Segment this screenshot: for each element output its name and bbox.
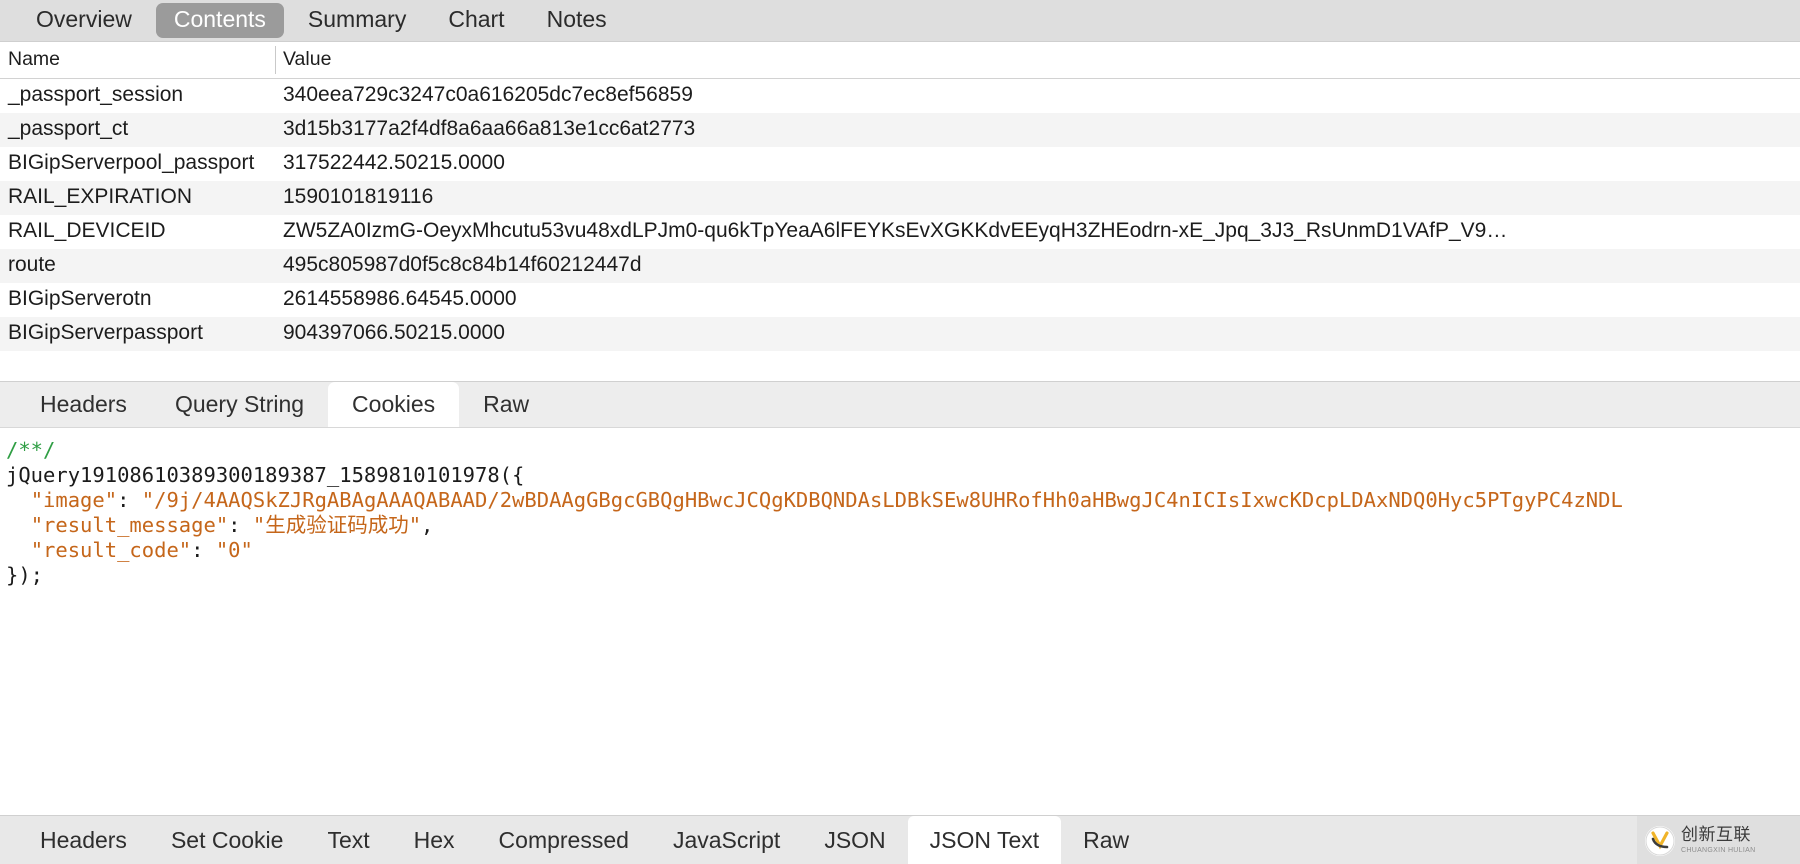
cookie-name-cell: _passport_session: [0, 79, 275, 114]
table-row[interactable]: _passport_session340eea729c3247c0a616205…: [0, 79, 1800, 114]
indent-1: [6, 488, 31, 512]
cookie-value-cell: ZW5ZA0IzmG-OeyxMhcutu53vu48xdLPJm0-qu6kT…: [275, 215, 1800, 249]
indent-3: [6, 538, 31, 562]
response-tab-raw[interactable]: Raw: [1061, 816, 1151, 864]
cookie-value-cell: 1590101819116: [275, 181, 1800, 215]
inspector-window: OverviewContentsSummaryChartNotes Name V…: [0, 0, 1800, 864]
table-empty-area: [0, 351, 1800, 381]
response-body-panel[interactable]: /**/ jQuery19108610389300189387_15898101…: [0, 428, 1800, 815]
table-row[interactable]: BIGipServerpool_passport317522442.50215.…: [0, 147, 1800, 181]
cookie-name-cell: BIGipServerpool_passport: [0, 147, 275, 181]
response-tab-text[interactable]: Text: [305, 816, 391, 864]
cookies-table: Name Value _passport_session340eea729c32…: [0, 42, 1800, 351]
response-tab-javascript[interactable]: JavaScript: [651, 816, 802, 864]
table-row[interactable]: RAIL_EXPIRATION1590101819116: [0, 181, 1800, 215]
cookie-value-cell: 340eea729c3247c0a616205dc7ec8ef56859: [275, 79, 1800, 114]
cookie-value-cell: 495c805987d0f5c8c84b14f60212447d: [275, 249, 1800, 283]
response-inspector-tab-bar: HeadersSet CookieTextHexCompressedJavaSc…: [0, 815, 1800, 864]
column-header-name[interactable]: Name: [0, 42, 275, 79]
response-tab-set-cookie[interactable]: Set Cookie: [149, 816, 306, 864]
cookie-value-cell: 3d15b3177a2f4df8a6aa66a813e1cc6at2773: [275, 113, 1800, 147]
table-row[interactable]: BIGipServerotn2614558986.64545.0000: [0, 283, 1800, 317]
top-tab-notes[interactable]: Notes: [529, 3, 625, 38]
response-tab-compressed[interactable]: Compressed: [477, 816, 651, 864]
column-header-value[interactable]: Value: [275, 42, 1800, 79]
key-result-code: "result_code": [31, 538, 191, 562]
cookies-table-body: _passport_session340eea729c3247c0a616205…: [0, 79, 1800, 352]
watermark-logo-icon: [1645, 826, 1675, 856]
request-tab-query-string[interactable]: Query String: [151, 382, 328, 427]
jsonp-code-block: /**/ jQuery19108610389300189387_15898101…: [6, 438, 1800, 588]
jsonp-close-line: });: [6, 563, 43, 587]
cookie-name-cell: RAIL_DEVICEID: [0, 215, 275, 249]
watermark-cn: 创新互联: [1681, 827, 1755, 844]
request-inspector-tab-bar: HeadersQuery StringCookiesRaw: [0, 381, 1800, 428]
cookie-name-cell: BIGipServerpassport: [0, 317, 275, 351]
code-comment: /**/: [6, 438, 55, 462]
colon-2: :: [228, 513, 240, 537]
cookie-name-cell: BIGipServerotn: [0, 283, 275, 317]
cookie-value-cell: 904397066.50215.0000: [275, 317, 1800, 351]
watermark-en: CHUANGXIN HULIAN: [1681, 847, 1755, 854]
top-tab-summary[interactable]: Summary: [290, 3, 424, 38]
request-tab-headers[interactable]: Headers: [16, 382, 151, 427]
response-tab-headers[interactable]: Headers: [18, 816, 149, 864]
value-result-code: "0": [216, 538, 253, 562]
value-image: "/9j/4AAQSkZJRgABAgAAAQABAAD/2wBDAAgGBgc…: [142, 488, 1623, 512]
colon-1: :: [117, 488, 129, 512]
top-tab-chart[interactable]: Chart: [430, 3, 522, 38]
cookie-value-cell: 317522442.50215.0000: [275, 147, 1800, 181]
table-row[interactable]: BIGipServerpassport904397066.50215.0000: [0, 317, 1800, 351]
comma-1: ,: [421, 513, 433, 537]
table-header-row: Name Value: [0, 42, 1800, 79]
response-tab-json-text[interactable]: JSON Text: [908, 816, 1062, 864]
colon-3: :: [191, 538, 203, 562]
table-row[interactable]: RAIL_DEVICEIDZW5ZA0IzmG-OeyxMhcutu53vu48…: [0, 215, 1800, 249]
top-tab-bar: OverviewContentsSummaryChartNotes: [0, 0, 1800, 42]
request-tab-raw[interactable]: Raw: [459, 382, 553, 427]
cookies-table-header: Name Value: [0, 42, 1800, 79]
key-image: "image": [31, 488, 117, 512]
top-tab-overview[interactable]: Overview: [18, 3, 150, 38]
request-tab-cookies[interactable]: Cookies: [328, 382, 459, 427]
top-tab-contents[interactable]: Contents: [156, 3, 284, 38]
cookie-name-cell: RAIL_EXPIRATION: [0, 181, 275, 215]
key-result-message: "result_message": [31, 513, 228, 537]
watermark-text: 创新互联 CHUANGXIN HULIAN: [1681, 827, 1755, 854]
jsonp-callback-line: jQuery19108610389300189387_1589810101978…: [6, 463, 524, 487]
watermark: 创新互联 CHUANGXIN HULIAN: [1637, 816, 1800, 864]
table-row[interactable]: _passport_ct3d15b3177a2f4df8a6aa66a813e1…: [0, 113, 1800, 147]
cookie-name-cell: route: [0, 249, 275, 283]
table-row[interactable]: route495c805987d0f5c8c84b14f60212447d: [0, 249, 1800, 283]
response-tab-hex[interactable]: Hex: [392, 816, 477, 864]
value-result-message: "生成验证码成功": [253, 513, 421, 537]
response-tab-json[interactable]: JSON: [802, 816, 907, 864]
cookies-table-container: Name Value _passport_session340eea729c32…: [0, 42, 1800, 381]
cookie-value-cell: 2614558986.64545.0000: [275, 283, 1800, 317]
indent-2: [6, 513, 31, 537]
cookie-name-cell: _passport_ct: [0, 113, 275, 147]
